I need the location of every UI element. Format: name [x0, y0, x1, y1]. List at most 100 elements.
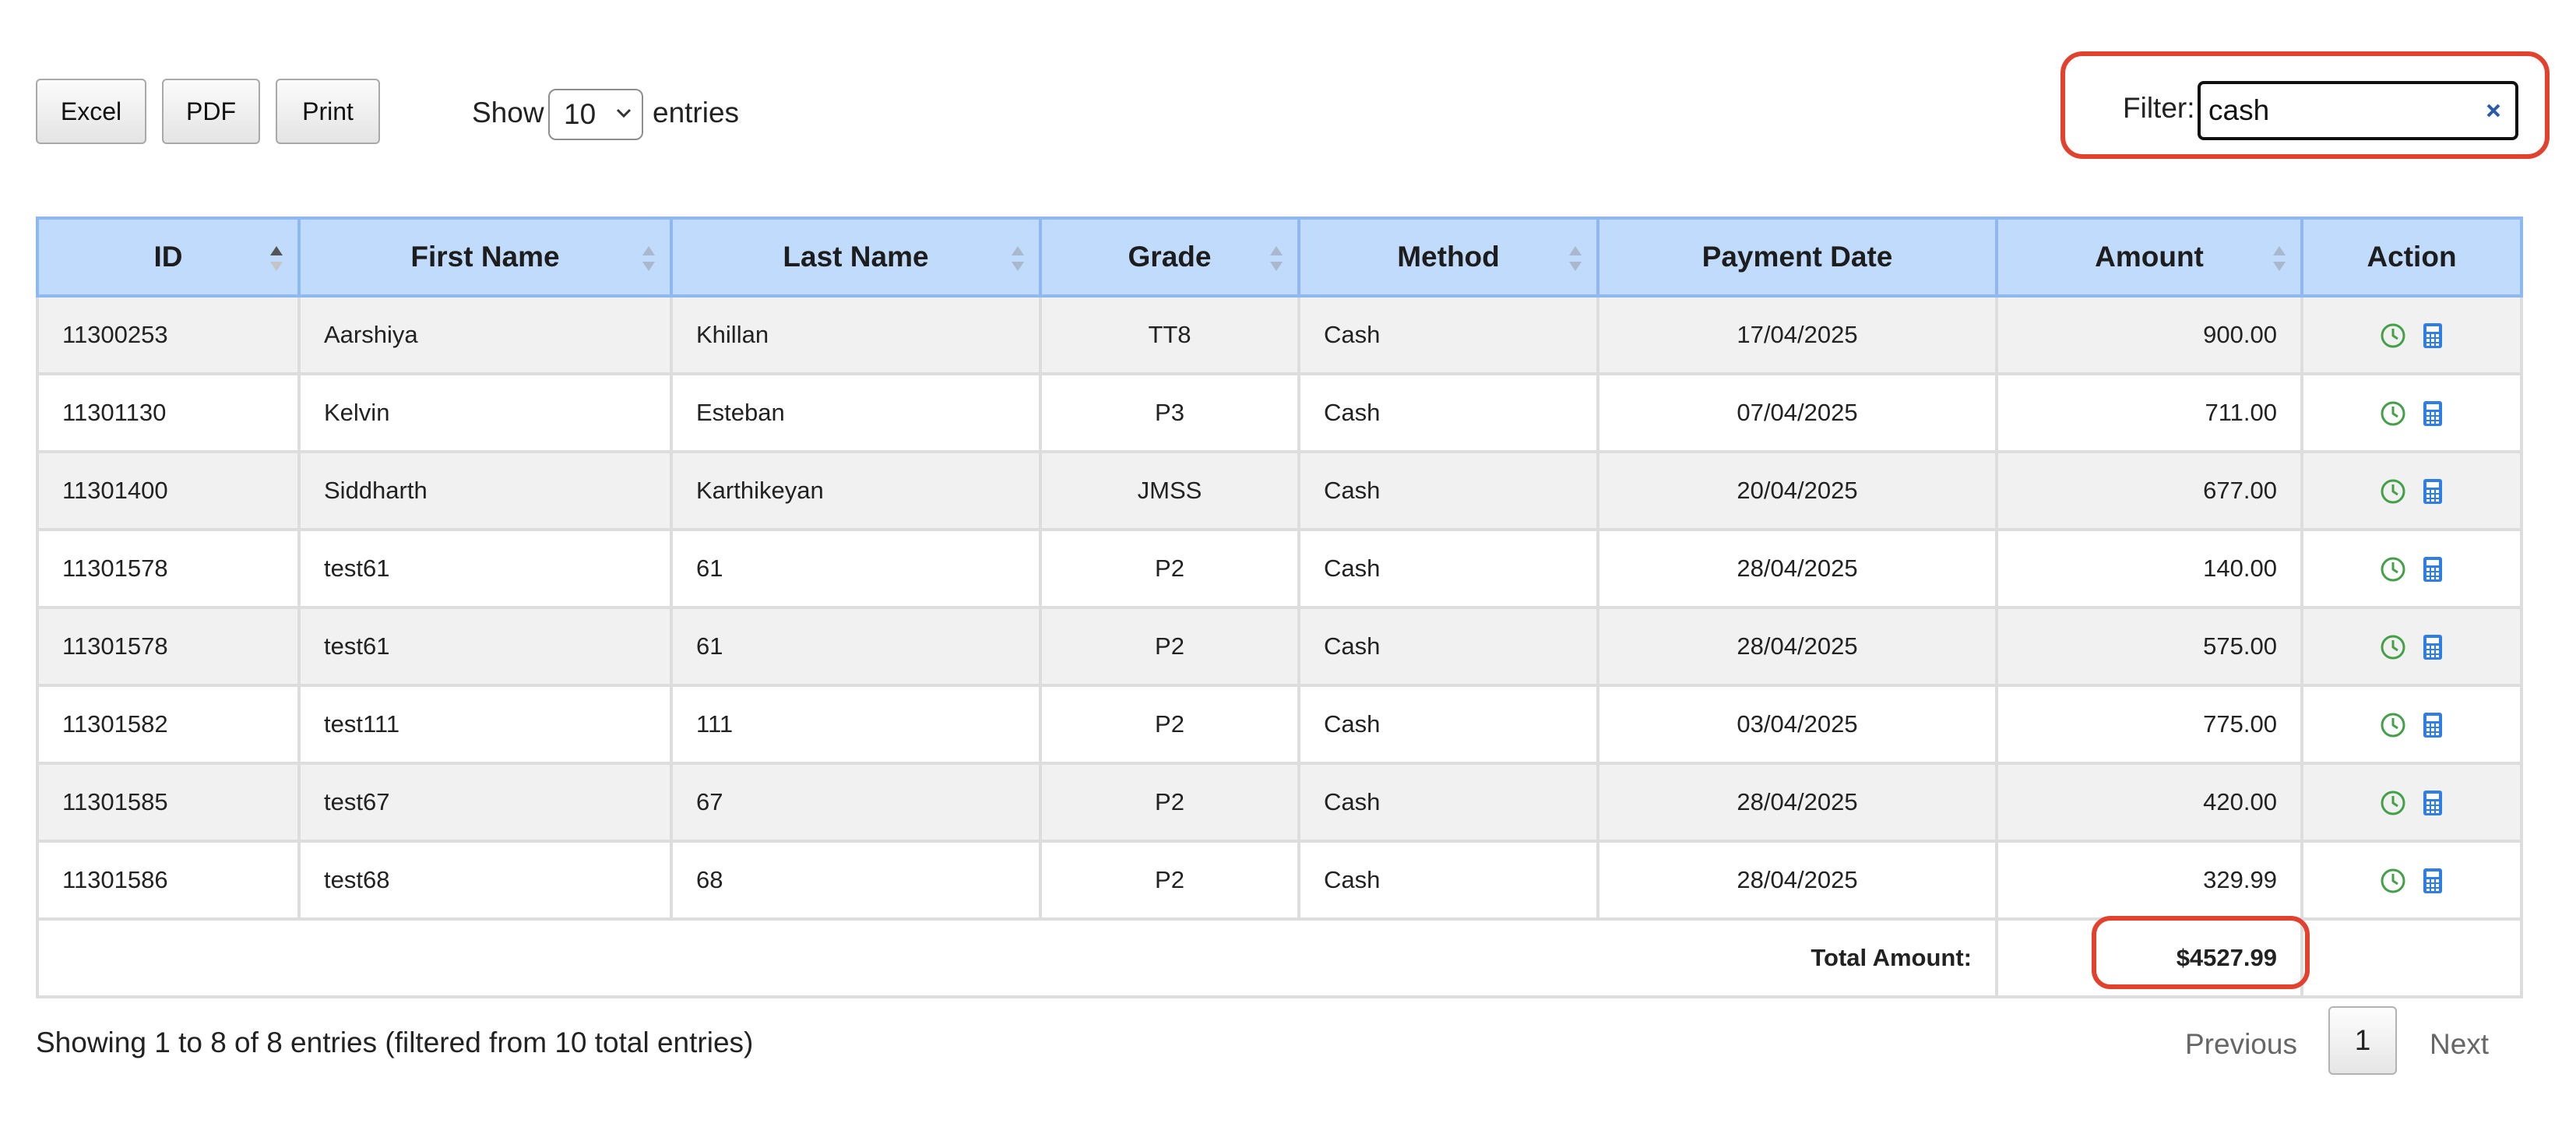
cell-first-name: test61	[297, 606, 673, 687]
cell-first-name: test68	[297, 840, 673, 921]
clock-icon[interactable]	[2380, 712, 2406, 738]
cell-last-name: Khillan	[670, 294, 1042, 375]
cell-grade: P2	[1039, 840, 1300, 921]
table-row: 11300253 Aarshiya Khillan TT8 Cash 17/04…	[36, 294, 2523, 375]
pagination-page-1[interactable]: 1	[2328, 1006, 2397, 1075]
cell-method: Cash	[1297, 450, 1599, 531]
cell-id: 11301130	[36, 372, 301, 453]
cell-grade: TT8	[1039, 294, 1300, 375]
excel-export-button[interactable]: Excel	[36, 79, 146, 144]
cell-amount: 711.00	[1995, 372, 2303, 453]
clock-icon[interactable]	[2380, 790, 2406, 816]
calculator-icon[interactable]	[2422, 400, 2444, 428]
table-row: 11301130 Kelvin Esteban P3 Cash 07/04/20…	[36, 372, 2523, 453]
page-length-select[interactable]: 10	[548, 89, 643, 140]
clock-icon[interactable]	[2380, 322, 2406, 349]
clock-icon[interactable]	[2380, 556, 2406, 583]
column-header-label: Payment Date	[1701, 241, 1893, 273]
cell-id: 11300253	[36, 294, 301, 375]
cell-first-name: Aarshiya	[297, 294, 673, 375]
cell-payment-date: 28/04/2025	[1596, 606, 1998, 687]
print-button[interactable]: Print	[276, 79, 380, 144]
column-header-first-name[interactable]: First Name	[297, 217, 673, 298]
calculator-icon[interactable]	[2422, 477, 2444, 505]
table-row: 11301578 test61 61 P2 Cash 28/04/2025 57…	[36, 606, 2523, 687]
pagination-next[interactable]: Next	[2430, 1028, 2489, 1061]
clear-icon[interactable]	[2483, 100, 2504, 121]
cell-method: Cash	[1297, 294, 1599, 375]
table-row: 11301400 Siddharth Karthikeyan JMSS Cash…	[36, 450, 2523, 531]
cell-grade: P3	[1039, 372, 1300, 453]
column-header-id[interactable]: ID	[36, 217, 301, 298]
cell-last-name: 68	[670, 840, 1042, 921]
calculator-icon[interactable]	[2422, 322, 2444, 350]
column-header-payment-date: Payment Date	[1596, 217, 1998, 298]
cell-payment-date: 07/04/2025	[1596, 372, 1998, 453]
clock-icon[interactable]	[2380, 478, 2406, 505]
cell-first-name: Kelvin	[297, 372, 673, 453]
filter-label: Filter:	[2123, 92, 2195, 124]
cell-last-name: 61	[670, 606, 1042, 687]
calculator-icon[interactable]	[2422, 867, 2444, 895]
cell-amount: 140.00	[1995, 528, 2303, 609]
column-header-label: Amount	[2095, 241, 2204, 273]
clock-icon[interactable]	[2380, 400, 2406, 427]
payments-table: ID First Name Last Name Grade Method Pay…	[36, 217, 2523, 998]
cell-id: 11301585	[36, 762, 301, 843]
cell-method: Cash	[1297, 840, 1599, 921]
table-toolbar: Excel PDF Print Show 10 entries Filter: …	[0, 0, 2576, 195]
cell-first-name: test111	[297, 684, 673, 765]
cell-id: 11301586	[36, 840, 301, 921]
column-header-method[interactable]: Method	[1297, 217, 1599, 298]
table-row: 11301578 test61 61 P2 Cash 28/04/2025 14…	[36, 528, 2523, 609]
calculator-icon[interactable]	[2422, 555, 2444, 583]
cell-id: 11301400	[36, 450, 301, 531]
header-row: ID First Name Last Name Grade Method Pay…	[36, 217, 2523, 298]
show-label: Show	[472, 97, 544, 129]
calculator-icon[interactable]	[2422, 633, 2444, 661]
cell-amount: 775.00	[1995, 684, 2303, 765]
column-header-label: Grade	[1128, 241, 1212, 273]
clock-icon[interactable]	[2380, 868, 2406, 894]
cell-grade: P2	[1039, 684, 1300, 765]
clock-icon[interactable]	[2380, 634, 2406, 660]
filter-value: cash	[2208, 94, 2270, 126]
cell-payment-date: 28/04/2025	[1596, 840, 1998, 921]
sort-icon	[1012, 246, 1024, 271]
cell-first-name: Siddharth	[297, 450, 673, 531]
cell-id: 11301578	[36, 528, 301, 609]
cell-payment-date: 03/04/2025	[1596, 684, 1998, 765]
cell-last-name: 67	[670, 762, 1042, 843]
cell-actions	[2300, 840, 2523, 921]
filter-input[interactable]: cash	[2198, 81, 2518, 140]
calculator-icon[interactable]	[2422, 711, 2444, 739]
cell-actions	[2300, 606, 2523, 687]
chevron-down-icon	[616, 108, 632, 118]
sort-icon	[1270, 246, 1283, 271]
cell-grade: P2	[1039, 528, 1300, 609]
sort-ascending-icon	[270, 246, 283, 271]
cell-grade: P2	[1039, 606, 1300, 687]
column-header-amount[interactable]: Amount	[1995, 217, 2303, 298]
cell-amount: 575.00	[1995, 606, 2303, 687]
cell-first-name: test61	[297, 528, 673, 609]
column-header-grade[interactable]: Grade	[1039, 217, 1300, 298]
cell-method: Cash	[1297, 684, 1599, 765]
column-header-last-name[interactable]: Last Name	[670, 217, 1042, 298]
cell-id: 11301582	[36, 684, 301, 765]
cell-last-name: Karthikeyan	[670, 450, 1042, 531]
pagination-previous[interactable]: Previous	[2185, 1028, 2297, 1061]
table-info: Showing 1 to 8 of 8 entries (filtered fr…	[36, 1027, 754, 1058]
cell-actions	[2300, 762, 2523, 843]
pdf-export-button[interactable]: PDF	[162, 79, 260, 144]
cell-payment-date: 28/04/2025	[1596, 528, 1998, 609]
cell-payment-date: 28/04/2025	[1596, 762, 1998, 843]
calculator-icon[interactable]	[2422, 789, 2444, 817]
cell-payment-date: 17/04/2025	[1596, 294, 1998, 375]
cell-method: Cash	[1297, 372, 1599, 453]
sort-icon	[2273, 246, 2286, 271]
column-header-label: Action	[2367, 241, 2457, 273]
table-row: 11301582 test111 111 P2 Cash 03/04/2025 …	[36, 684, 2523, 765]
cell-last-name: 61	[670, 528, 1042, 609]
cell-amount: 420.00	[1995, 762, 2303, 843]
